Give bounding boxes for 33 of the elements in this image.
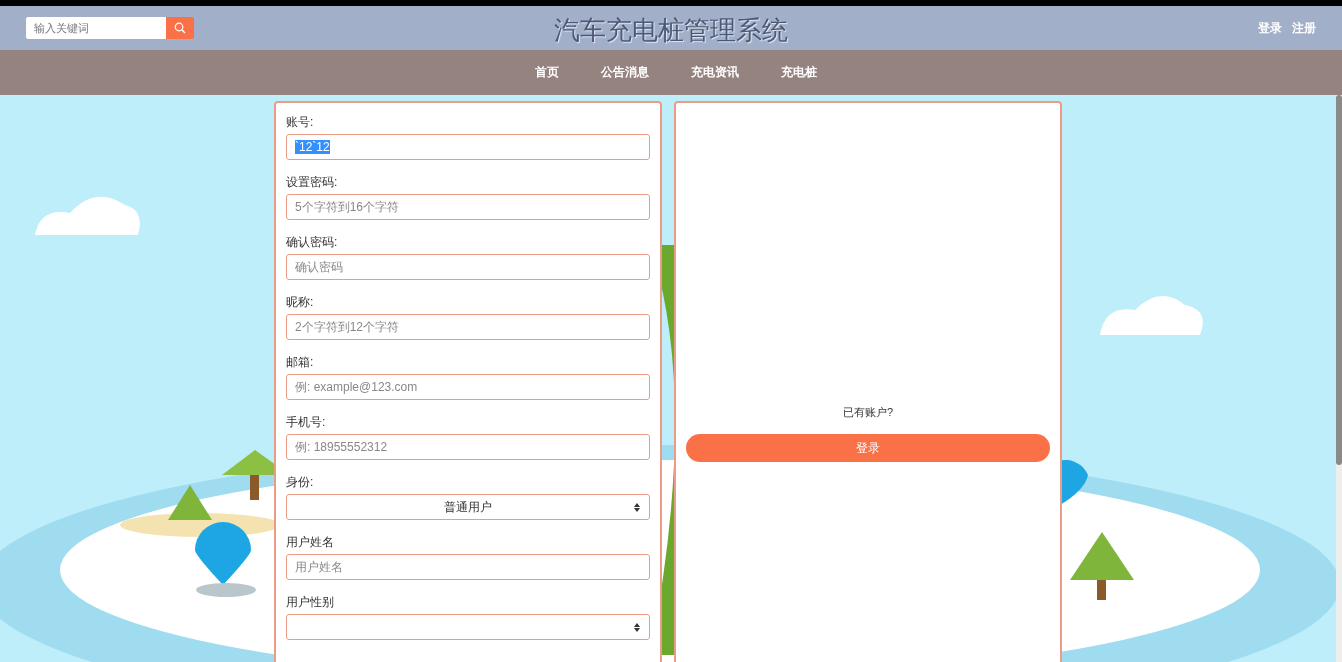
field-label: 用户性别 bbox=[286, 595, 335, 610]
input-field[interactable]: 确认密码 bbox=[286, 254, 650, 280]
field-label: 账号: bbox=[286, 115, 315, 130]
select-field[interactable]: 普通用户 bbox=[286, 494, 650, 520]
input-field[interactable]: 用户姓名 bbox=[286, 554, 650, 580]
search-field[interactable]: 输入关键词 bbox=[26, 17, 166, 39]
input-field[interactable]: 2个字符到12个字符 bbox=[286, 314, 650, 340]
search-button[interactable] bbox=[166, 17, 194, 39]
account-prompt: 已有账户? bbox=[842, 405, 894, 420]
sort-arrows-icon bbox=[634, 623, 640, 632]
input-field[interactable]: 5个字符到16个字符 bbox=[286, 194, 650, 220]
field-label: 设置密码: bbox=[286, 175, 339, 190]
field-label: 用户姓名 bbox=[286, 535, 335, 550]
search-icon bbox=[174, 22, 186, 34]
nav-link[interactable]: 充电桩 bbox=[781, 64, 817, 81]
nav-link[interactable]: 首页 bbox=[535, 64, 559, 81]
field-label: 邮箱: bbox=[286, 355, 315, 370]
field-label: 确认密码: bbox=[286, 235, 339, 250]
field-label: 昵称: bbox=[286, 295, 315, 310]
header-link[interactable]: 注册 bbox=[1292, 19, 1316, 37]
nav-link[interactable]: 充电资讯 bbox=[691, 64, 739, 81]
login-button[interactable]: 登录 bbox=[686, 434, 1050, 462]
input-field[interactable]: 例: 18955552312 bbox=[286, 434, 650, 460]
scrollbar[interactable] bbox=[1336, 95, 1342, 662]
sort-arrows-icon bbox=[634, 503, 640, 512]
input-field[interactable]: 例: example@123.com bbox=[286, 374, 650, 400]
nav-link[interactable]: 公告消息 bbox=[601, 64, 649, 81]
header-link[interactable]: 登录 bbox=[1258, 19, 1282, 37]
field-label: 身份: bbox=[286, 475, 315, 490]
field-label: 手机号: bbox=[286, 415, 327, 430]
input-field[interactable]: `12`12 bbox=[286, 134, 650, 160]
select-field[interactable] bbox=[286, 614, 650, 640]
site-title: 汽车充电桩管理系统 bbox=[554, 14, 788, 47]
